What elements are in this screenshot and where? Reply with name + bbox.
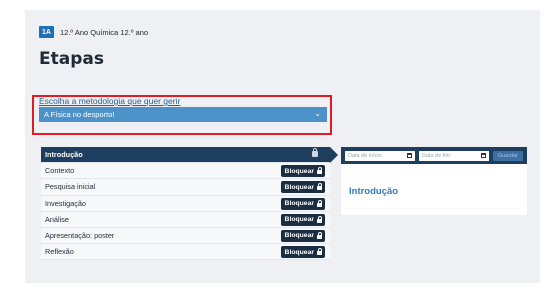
block-button-label: Bloquear — [284, 248, 314, 256]
stage-label: Análise — [45, 214, 69, 224]
course-label: 12.º Ano Química 12.º ano — [60, 27, 149, 37]
selection-highlight — [32, 95, 332, 135]
lock-icon — [317, 248, 322, 256]
lock-icon — [317, 167, 322, 175]
block-button[interactable]: Bloquear — [280, 246, 325, 259]
stage-item-investigacao[interactable]: Investigação Bloquear — [41, 195, 330, 212]
block-button[interactable]: Bloquear — [280, 181, 325, 194]
lock-icon — [317, 183, 322, 191]
stage-label: Contexto — [45, 166, 75, 176]
page-title: Etapas — [39, 49, 104, 69]
lock-icon — [317, 199, 322, 207]
block-button-label: Bloquear — [284, 232, 314, 240]
block-button-label: Bloquear — [284, 183, 314, 191]
stage-item-contexto[interactable]: Contexto Bloquear — [41, 163, 330, 180]
lock-icon — [312, 148, 318, 157]
stage-label: Pesquisa inicial — [45, 182, 96, 192]
stage-label: Apresentação: poster — [45, 231, 115, 241]
block-button-label: Bloquear — [284, 200, 314, 208]
content-panel: 1A 12.º Ano Química 12.º ano Etapas Esco… — [25, 10, 540, 283]
lock-icon — [317, 231, 322, 239]
calendar-icon[interactable] — [406, 153, 412, 158]
block-button[interactable]: Bloquear — [280, 165, 325, 178]
end-date-placeholder: Data de fim — [421, 152, 451, 159]
class-badge: 1A — [39, 26, 54, 38]
stage-detail-panel: Data de início Data de fim Guardar Intro… — [341, 147, 527, 215]
stage-item-introducao[interactable]: Introdução — [41, 147, 338, 164]
stage-label: Introdução — [45, 150, 83, 160]
course-breadcrumb[interactable]: 1A 12.º Ano Química 12.º ano — [39, 25, 148, 39]
block-button-label: Bloquear — [284, 167, 314, 175]
end-date-field[interactable]: Data de fim — [418, 150, 489, 161]
stage-label: Reflexão — [45, 247, 74, 257]
stages-list: Introdução Contexto Bloquear Pesquisa in… — [41, 147, 338, 261]
stage-item-pesquisa-inicial[interactable]: Pesquisa inicial Bloquear — [41, 179, 330, 196]
stage-item-analise[interactable]: Análise Bloquear — [41, 211, 330, 228]
block-button-label: Bloquear — [284, 216, 314, 224]
stage-item-reflexao[interactable]: Reflexão Bloquear — [41, 244, 330, 261]
lock-icon — [317, 215, 322, 223]
block-button[interactable]: Bloquear — [280, 213, 325, 226]
block-button[interactable]: Bloquear — [280, 229, 325, 242]
stage-item-apresentacao-poster[interactable]: Apresentação: poster Bloquear — [41, 227, 330, 245]
start-date-field[interactable]: Data de início — [345, 150, 415, 161]
calendar-icon[interactable] — [480, 153, 486, 158]
stage-detail-title: Introdução — [349, 186, 399, 197]
date-toolbar: Data de início Data de fim Guardar — [341, 147, 527, 164]
block-button[interactable]: Bloquear — [280, 197, 325, 210]
save-button[interactable]: Guardar — [492, 150, 523, 161]
stage-label: Investigação — [45, 198, 86, 208]
start-date-placeholder: Data de início — [348, 152, 382, 159]
